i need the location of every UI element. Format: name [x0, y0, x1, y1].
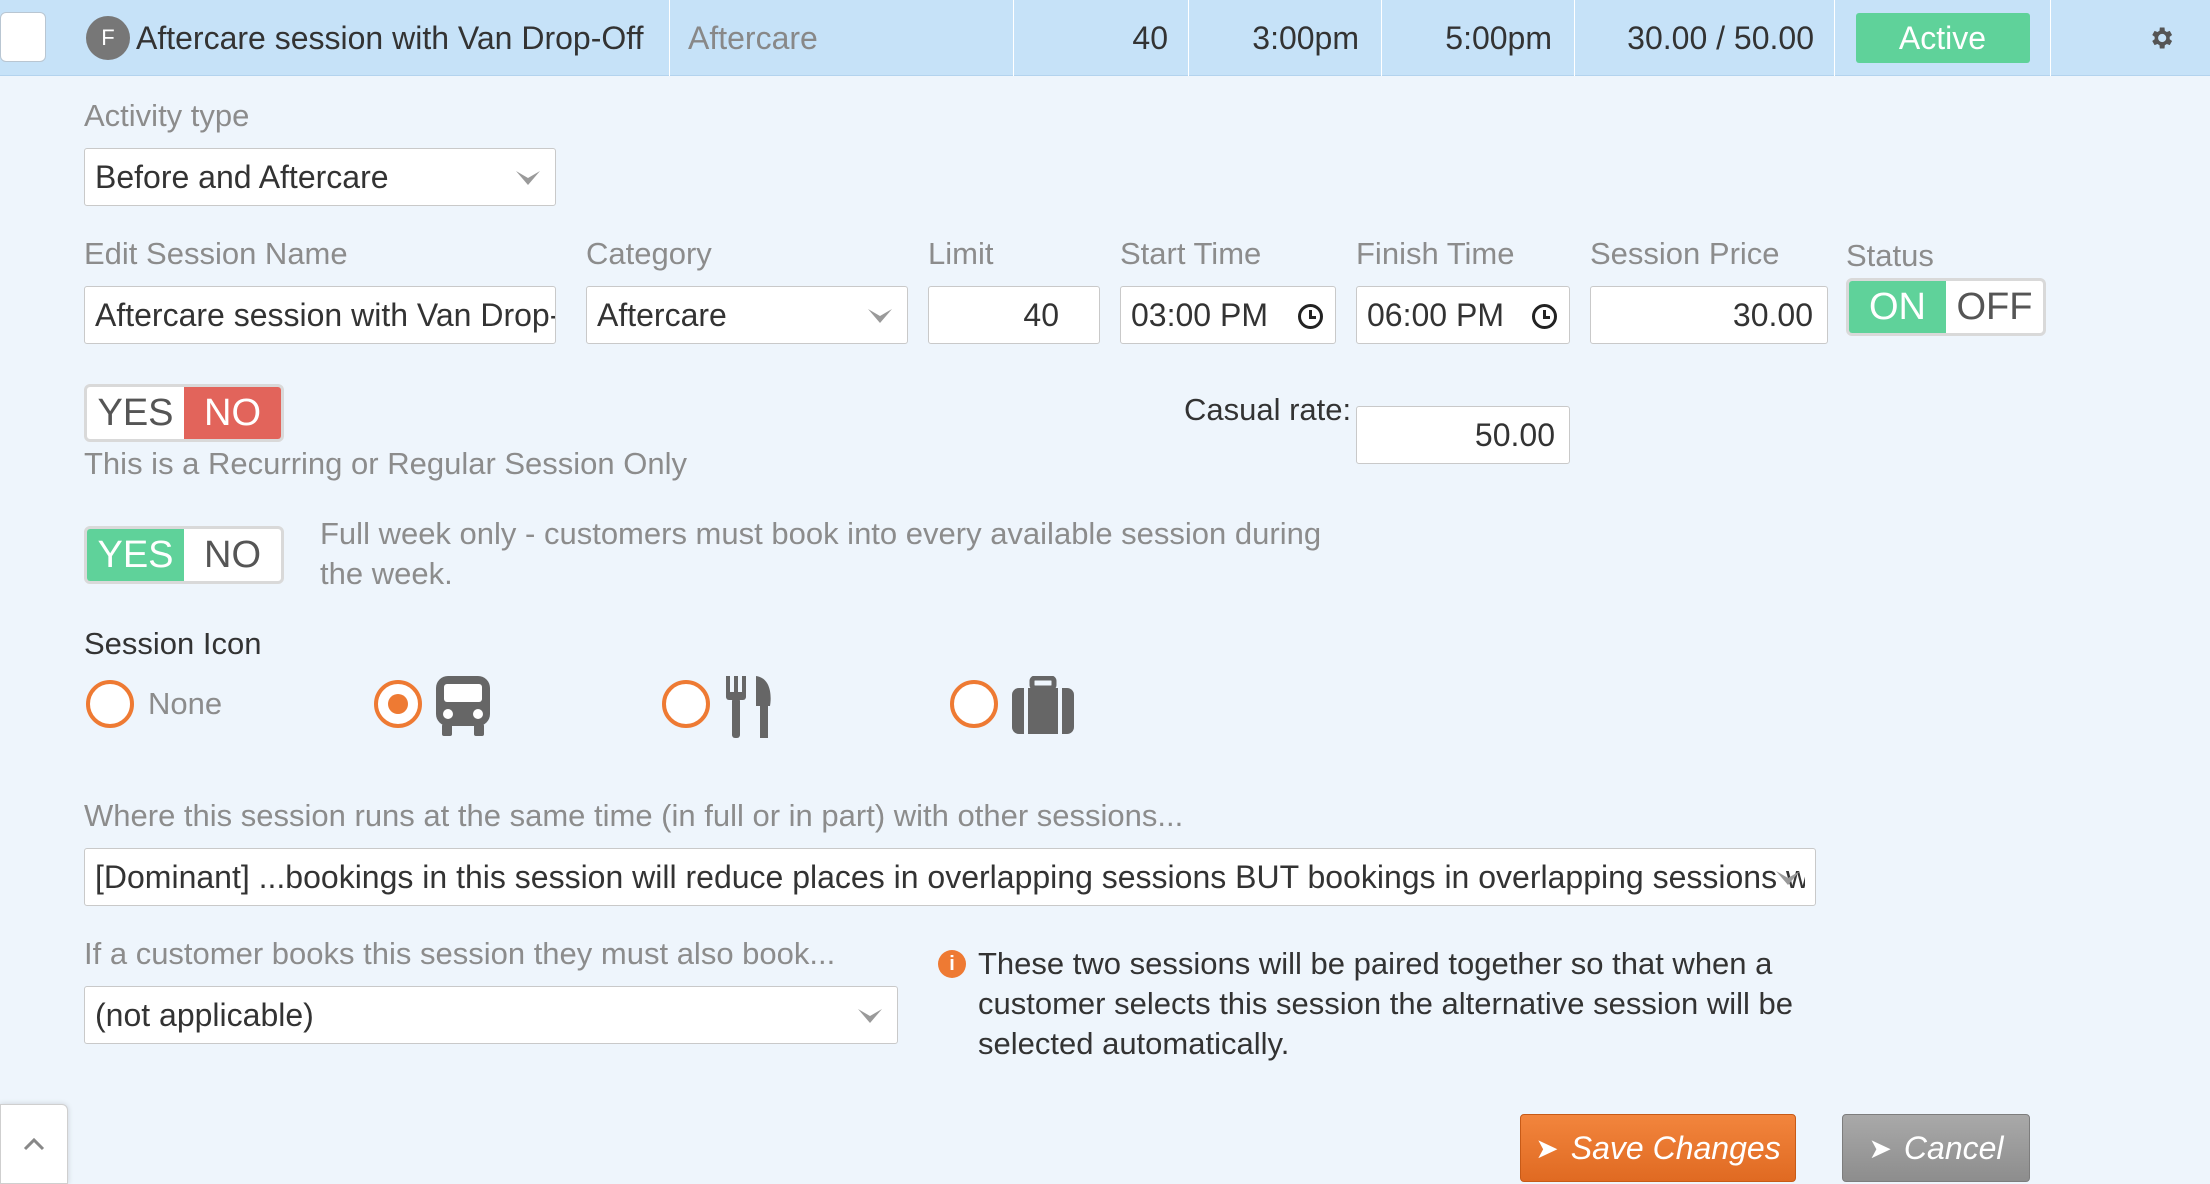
- summary-status-cell: Active: [1835, 0, 2051, 76]
- full-week-no-option[interactable]: NO: [184, 529, 281, 581]
- must-book-select[interactable]: (not applicable): [84, 986, 898, 1044]
- summary-settings-cell: [2051, 0, 2210, 76]
- chevron-down-icon: [858, 1009, 882, 1023]
- overlap-label: Where this session runs at the same time…: [84, 798, 1184, 833]
- recurring-toggle[interactable]: YES NO: [84, 384, 284, 442]
- full-week-help-text: Full week only - customers must book int…: [320, 516, 1322, 591]
- briefcase-icon: [1012, 676, 1074, 734]
- must-book-value: (not applicable): [95, 996, 314, 1033]
- cancel-button[interactable]: ➤ Cancel: [1842, 1114, 2030, 1182]
- icon-none-label: None: [148, 686, 223, 721]
- summary-finish-cell: 5:00pm: [1382, 0, 1575, 76]
- session-price-input[interactable]: 30.00: [1590, 286, 1828, 344]
- icon-radio-briefcase[interactable]: [950, 680, 998, 728]
- cutlery-icon: [726, 676, 771, 738]
- category-label: Category: [586, 236, 712, 271]
- session-name-input[interactable]: Aftercare session with Van Drop-: [84, 286, 556, 344]
- scroll-to-top-button[interactable]: [0, 1104, 68, 1184]
- activity-type-label: Activity type: [84, 98, 250, 133]
- status-on-option[interactable]: ON: [1849, 281, 1946, 333]
- casual-rate-value: 50.00: [1474, 416, 1555, 453]
- start-time-value: 03:00 PM: [1131, 296, 1268, 333]
- status-label: Status: [1846, 238, 1934, 273]
- session-price-value: 30.00: [1732, 296, 1813, 333]
- session-name-value: Aftercare session with Van Drop-: [95, 296, 556, 333]
- limit-input[interactable]: 40: [928, 286, 1100, 344]
- summary-price-cell: 30.00 / 50.00: [1575, 0, 1835, 76]
- full-week-toggle[interactable]: YES NO: [84, 526, 284, 584]
- pairing-info-text: These two sessions will be paired togeth…: [978, 946, 1793, 1061]
- chevron-down-icon: [868, 309, 892, 323]
- category-select[interactable]: Aftercare: [586, 286, 908, 344]
- summary-start-time: 3:00pm: [1252, 19, 1359, 56]
- summary-finish-time: 5:00pm: [1445, 19, 1552, 56]
- chevron-down-icon: [516, 171, 540, 185]
- session-price-label: Session Price: [1590, 236, 1780, 271]
- summary-start-cell: 3:00pm: [1189, 0, 1382, 76]
- limit-value: 40: [1023, 296, 1059, 333]
- recurring-help-text: This is a Recurring or Regular Session O…: [84, 446, 688, 481]
- overlap-value: [Dominant] ...bookings in this session w…: [95, 858, 1805, 895]
- icon-radio-bus[interactable]: [374, 680, 422, 728]
- casual-rate-label: Casual rate:: [1184, 392, 1352, 427]
- cancel-label: Cancel: [1903, 1129, 2004, 1166]
- recurring-yes-option[interactable]: YES: [87, 387, 184, 439]
- start-time-label: Start Time: [1120, 236, 1262, 271]
- start-time-input[interactable]: 03:00 PM: [1120, 286, 1336, 344]
- status-badge: Active: [1855, 13, 2030, 63]
- bus-icon: [436, 676, 490, 736]
- finish-time-label: Finish Time: [1356, 236, 1515, 271]
- summary-category-cell: Aftercare: [670, 0, 1014, 76]
- limit-label: Limit: [928, 236, 994, 271]
- icon-radio-cutlery[interactable]: [662, 680, 710, 728]
- clock-icon[interactable]: [1298, 304, 1323, 329]
- finish-time-value: 06:00 PM: [1367, 296, 1504, 333]
- chevron-right-icon: ➤: [1535, 1132, 1559, 1164]
- clock-icon[interactable]: [1532, 304, 1557, 329]
- save-changes-button[interactable]: ➤ Save Changes: [1520, 1114, 1796, 1182]
- chevron-down-icon: [1776, 871, 1800, 885]
- session-name-label: Edit Session Name: [84, 236, 348, 271]
- status-off-option[interactable]: OFF: [1946, 281, 2043, 333]
- session-type-badge: F: [86, 16, 130, 60]
- casual-rate-input[interactable]: 50.00: [1356, 406, 1570, 464]
- overlap-select[interactable]: [Dominant] ...bookings in this session w…: [84, 848, 1816, 906]
- summary-session-name: Aftercare session with Van Drop-Off: [136, 19, 644, 56]
- row-select-checkbox[interactable]: [0, 12, 46, 62]
- summary-limit: 40: [1132, 19, 1168, 56]
- summary-name-cell: F Aftercare session with Van Drop-Off: [64, 0, 670, 76]
- full-week-yes-option[interactable]: YES: [87, 529, 184, 581]
- session-icon-label: Session Icon: [84, 626, 262, 661]
- chevron-right-icon: ➤: [1868, 1132, 1892, 1164]
- chevron-up-icon: [23, 1137, 45, 1151]
- session-summary-row[interactable]: F Aftercare session with Van Drop-Off Af…: [0, 0, 2210, 76]
- summary-category: Aftercare: [688, 19, 818, 56]
- activity-type-select[interactable]: Before and Aftercare: [84, 148, 556, 206]
- status-toggle[interactable]: ON OFF: [1846, 278, 2046, 336]
- category-value: Aftercare: [597, 296, 727, 333]
- must-book-label: If a customer books this session they mu…: [84, 936, 836, 971]
- save-changes-label: Save Changes: [1570, 1129, 1781, 1166]
- summary-limit-cell: 40: [1014, 0, 1189, 76]
- finish-time-input[interactable]: 06:00 PM: [1356, 286, 1570, 344]
- recurring-no-option[interactable]: NO: [184, 387, 281, 439]
- info-icon: i: [938, 950, 966, 978]
- activity-type-value: Before and Aftercare: [95, 158, 389, 195]
- icon-radio-none[interactable]: [86, 680, 134, 728]
- gear-icon[interactable]: [2147, 24, 2175, 52]
- summary-price: 30.00 / 50.00: [1627, 19, 1814, 56]
